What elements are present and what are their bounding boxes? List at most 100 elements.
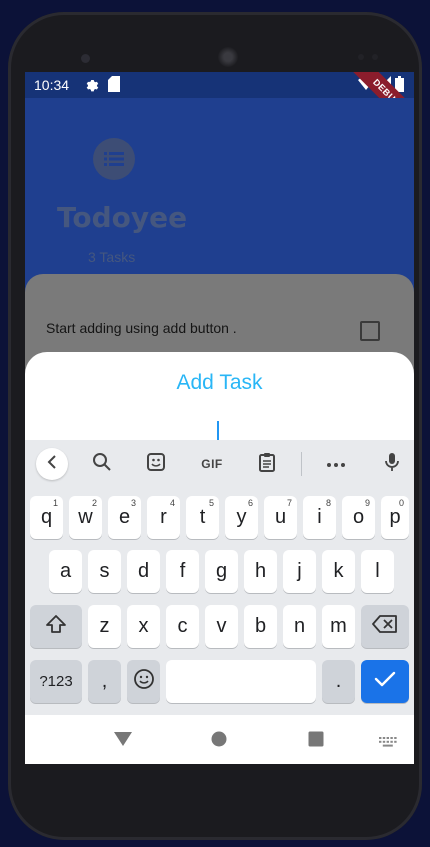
key-label: x: [138, 615, 149, 637]
key-l[interactable]: l: [361, 550, 394, 593]
system-nav-bar: [25, 715, 414, 764]
keyboard-toolbar: GIF: [25, 440, 414, 486]
key-o[interactable]: o9: [342, 496, 375, 539]
earpiece-speaker: [218, 47, 238, 67]
keyboard-grid-icon: [379, 734, 397, 751]
symbols-key[interactable]: ?123: [30, 660, 82, 703]
task-count: 3 Tasks: [88, 249, 136, 265]
key-p[interactable]: p0: [381, 496, 409, 539]
key-label: e: [118, 506, 131, 528]
more-horizontal-icon: [326, 455, 346, 473]
key-v[interactable]: v: [205, 605, 238, 648]
nav-recents-button[interactable]: [308, 731, 324, 752]
app-header: Todoyee 3 Tasks: [25, 98, 414, 278]
sheet-title: Add Task: [176, 371, 263, 394]
key-m[interactable]: m: [322, 605, 355, 648]
key-label: a: [59, 560, 72, 582]
app-logo: [93, 138, 135, 180]
key-label: k: [333, 560, 344, 582]
light-sensor: [372, 54, 378, 60]
key-u[interactable]: u7: [264, 496, 297, 539]
app-title: Todoyee: [57, 201, 188, 234]
key-hint: 0: [398, 498, 404, 508]
voice-input-button[interactable]: [379, 451, 405, 477]
key-label: b: [254, 615, 267, 637]
gif-label: GIF: [201, 457, 223, 471]
key-label: y: [236, 506, 247, 528]
key-hint: 6: [247, 498, 253, 508]
key-r[interactable]: r4: [147, 496, 180, 539]
search-button[interactable]: [89, 451, 115, 477]
key-f[interactable]: f: [166, 550, 199, 593]
key-label: p: [389, 506, 401, 528]
key-n[interactable]: n: [283, 605, 316, 648]
key-label: u: [274, 506, 287, 528]
key-k[interactable]: k: [322, 550, 355, 593]
key-g[interactable]: g: [205, 550, 238, 593]
key-label: r: [160, 506, 167, 528]
shift-key[interactable]: [30, 605, 82, 648]
period-key[interactable]: .: [322, 660, 355, 703]
key-hint: 8: [325, 498, 331, 508]
key-i[interactable]: i8: [303, 496, 336, 539]
key-label: n: [293, 615, 306, 637]
key-x[interactable]: x: [127, 605, 160, 648]
key-label: ,: [101, 670, 108, 692]
enter-key[interactable]: [361, 660, 409, 703]
key-e[interactable]: e3: [108, 496, 141, 539]
smiley-icon: [133, 668, 155, 696]
key-j[interactable]: j: [283, 550, 316, 593]
space-key[interactable]: [166, 660, 316, 703]
circle-home-icon: [211, 731, 227, 751]
key-label: w: [78, 506, 93, 528]
key-w[interactable]: w2: [69, 496, 102, 539]
comma-key[interactable]: ,: [88, 660, 121, 703]
emoji-key[interactable]: [127, 660, 160, 703]
key-hint: 9: [364, 498, 370, 508]
front-camera: [81, 54, 90, 63]
toolbar-divider: [301, 452, 302, 476]
key-s[interactable]: s: [88, 550, 121, 593]
backspace-key[interactable]: [361, 605, 409, 648]
key-label: g: [215, 560, 228, 582]
keyboard-switch-button[interactable]: [379, 734, 397, 752]
key-z[interactable]: z: [88, 605, 121, 648]
checkmark-icon: [374, 670, 396, 694]
key-h[interactable]: h: [244, 550, 277, 593]
key-label: z: [99, 615, 110, 637]
status-bar: 10:34 DEBUG: [25, 72, 414, 139]
key-label: c: [177, 615, 188, 637]
search-icon: [92, 452, 112, 477]
add-task-sheet: Add Task: [25, 352, 414, 452]
key-label: v: [216, 615, 227, 637]
chevron-left-icon: [47, 454, 57, 474]
triangle-down-icon: [113, 732, 133, 751]
key-hint: 4: [169, 498, 175, 508]
toolbar-back-button[interactable]: [36, 448, 68, 480]
key-label: ?123: [39, 673, 73, 690]
key-q[interactable]: q1: [30, 496, 63, 539]
key-d[interactable]: d: [127, 550, 160, 593]
key-label: d: [137, 560, 150, 582]
key-y[interactable]: y6: [225, 496, 258, 539]
key-hint: 2: [91, 498, 97, 508]
nav-back-button[interactable]: [113, 731, 133, 752]
nav-home-button[interactable]: [211, 731, 227, 752]
shift-arrow-icon: [45, 614, 67, 640]
key-t[interactable]: t5: [186, 496, 219, 539]
sticker-button[interactable]: [143, 451, 169, 477]
key-label: q: [40, 506, 53, 528]
key-b[interactable]: b: [244, 605, 277, 648]
key-label: f: [179, 560, 186, 582]
task-checkbox[interactable]: [360, 321, 380, 341]
clipboard-button[interactable]: [254, 451, 280, 477]
key-hint: 1: [52, 498, 58, 508]
key-a[interactable]: a: [49, 550, 82, 593]
more-options-button[interactable]: [323, 451, 349, 477]
key-c[interactable]: c: [166, 605, 199, 648]
gif-button[interactable]: GIF: [195, 451, 229, 477]
key-label: l: [375, 560, 380, 582]
key-label: m: [330, 615, 347, 637]
microphone-icon: [385, 452, 399, 477]
empty-list-message: Start adding using add button .: [46, 320, 237, 336]
